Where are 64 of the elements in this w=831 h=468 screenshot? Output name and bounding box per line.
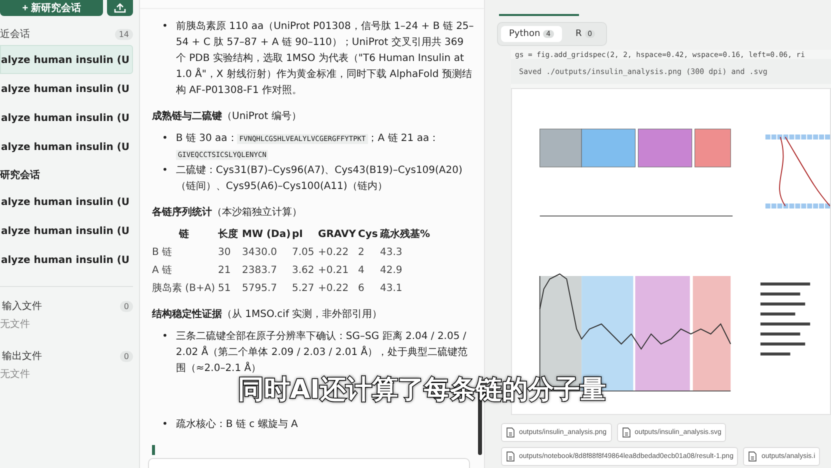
column-header: pI	[292, 228, 304, 242]
table-cell-text: +0.21	[318, 264, 350, 278]
bullet-text: 二硫键：Cys31(B7)–Cys96(A7)、Cys43(B19)–Cys109(A20)（链间）、Cys95(A6)–Cys100(A11)（链内）	[176, 164, 464, 194]
table-cell-text: 3430.0	[242, 246, 278, 260]
bullet-marker: •	[162, 20, 168, 34]
section-title: 研究会话	[0, 168, 40, 182]
column-header: MW (Da)	[242, 228, 290, 242]
count-badge: 0	[120, 300, 133, 312]
count-badge: 0	[120, 350, 133, 362]
table-cell-text: 3.62	[292, 264, 316, 278]
column-header: GRAVY	[318, 228, 356, 242]
table-cell-text: +0.22	[318, 246, 350, 260]
bullet-text: 疏水核心：B 链 c 螺旋与 A	[176, 418, 298, 432]
file-icon	[748, 451, 758, 462]
column-header: 疏水残基%	[380, 227, 432, 242]
table-cell-text: 6	[358, 282, 366, 296]
table-cell-text: +0.22	[318, 282, 350, 296]
new-session-button[interactable]: + 新研究会话	[0, 0, 103, 16]
section-heading: 成熟链与二硫键（UniProt 编号）	[152, 109, 302, 124]
table-cell-text: 43.3	[380, 246, 404, 260]
session-item[interactable]: alyze human insulin (U	[0, 45, 133, 74]
session-item[interactable]: alyze human insulin (U	[0, 74, 133, 103]
table-cell-text: 2	[358, 246, 366, 260]
table-cell-text: 胰岛素 (B+A)	[152, 282, 216, 296]
bullet-text: 三条二硫键全部在原子分辨率下确认：SG–SG 距离 2.04 / 2.05 / 2.02 Å（第二个单体 2.09 / 2.03 / 2.01 Å），处于典型二硫键范围（≈2.0–2.1 Å）	[176, 330, 469, 375]
bullet-marker: •	[162, 164, 168, 178]
files-title[interactable]: 输入文件	[2, 299, 42, 313]
upload-icon	[114, 3, 126, 13]
empty-text: 无文件	[0, 318, 31, 332]
session-item[interactable]: alyze human insulin (U	[0, 245, 133, 274]
file-icon	[622, 427, 631, 438]
section-heading: 结构稳定性证据（从 1MSO.cif 实测，非外部引用）	[152, 307, 384, 322]
file-icon	[506, 427, 515, 438]
empty-text: 无文件	[0, 368, 31, 382]
bullet-marker: •	[162, 418, 168, 432]
table-cell-text: 43.1	[380, 282, 404, 296]
table-cell-text: 5.27	[292, 282, 316, 296]
bullet-text: 前胰岛素原 110 aa（UniProt P01308，信号肽 1–24 + B 链 25–54 + C 肽 57–87 + A 链 90–110）；UniProt 交叉引用共 369 个 PDB 实验结构，选取 1MSO 为代表（"T6 Human Insulin at 1.0 Å"，X 射线衍射）作为黄金标准，同时下载 AlphaFold 预测结构 AF-P01308-F1 作对照。	[176, 20, 474, 98]
table-cell-text: 30	[218, 246, 232, 260]
column-header: 长度	[218, 227, 239, 242]
section-heading: 各链序列统计（本沙箱独立计算）	[152, 205, 303, 220]
column-header: 链	[178, 228, 190, 242]
file-icon	[506, 451, 515, 462]
table-cell-text: 2383.7	[242, 264, 278, 278]
bullet-marker: •	[162, 132, 168, 146]
table-cell-text: A 链	[152, 264, 174, 278]
session-item[interactable]: alyze human insulin (U	[0, 187, 133, 216]
table-cell-text: 4	[358, 264, 366, 278]
bullet-marker: •	[162, 330, 168, 344]
table-cell-text: 5795.7	[242, 282, 278, 296]
table-cell-text: 42.9	[380, 264, 404, 278]
session-item[interactable]: alyze human insulin (U	[0, 216, 133, 245]
table-cell-text: 7.05	[292, 246, 316, 260]
table-cell-text: 51	[218, 282, 232, 296]
count-badge: 14	[114, 28, 133, 40]
section-title: 近会话	[0, 28, 30, 41]
session-item[interactable]: alyze human insulin (U	[0, 103, 133, 132]
column-header: Cys	[358, 228, 378, 242]
files-title[interactable]: 输出文件	[2, 349, 42, 363]
table-cell-text: B 链	[152, 246, 174, 260]
typing-cursor	[152, 445, 155, 455]
upload-button[interactable]	[107, 0, 133, 16]
session-item[interactable]: alyze human insulin (U	[0, 132, 133, 161]
table-cell-text: 21	[218, 264, 232, 278]
